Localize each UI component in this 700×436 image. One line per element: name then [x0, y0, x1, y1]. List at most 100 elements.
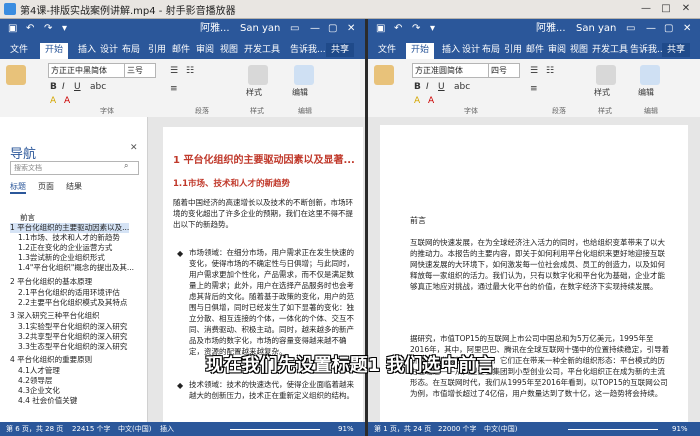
- italic-button[interactable]: I: [426, 81, 429, 93]
- tab-layout[interactable]: 布局: [482, 43, 500, 57]
- min-icon[interactable]: —: [310, 23, 320, 35]
- nav-item[interactable]: 2.2主要平台化组织模式及其特点: [18, 298, 127, 308]
- nav-search-input[interactable]: 搜索文档: [10, 161, 139, 175]
- bullets-icon[interactable]: ☰: [170, 65, 178, 77]
- minimize-button[interactable]: —: [638, 2, 654, 15]
- intro-paragraph[interactable]: 随着中国经济的高速增长以及技术的不断创新，市场环境的变化超出了许多企业的预期，我…: [173, 197, 355, 241]
- nav-tab-results[interactable]: 结果: [66, 181, 82, 192]
- nav-item[interactable]: 3 深入研究三种平台化组织: [10, 311, 100, 321]
- font-size-box[interactable]: 四号: [488, 63, 520, 78]
- window-close-icon[interactable]: ✕: [683, 23, 691, 35]
- tab-file[interactable]: 文件: [10, 43, 28, 57]
- numbering-icon[interactable]: ☷: [186, 65, 194, 77]
- ribbon-display-icon[interactable]: ▭: [626, 23, 635, 35]
- align-icon[interactable]: ≡: [170, 83, 178, 95]
- restore-icon[interactable]: ▢: [664, 23, 673, 35]
- nav-item[interactable]: 1 平台化组织的主要驱动因素以及...: [10, 223, 130, 233]
- undo-icon[interactable]: ↶: [394, 23, 402, 35]
- preface-paragraph-1[interactable]: 互联网的快速发展，在为全球经济注入活力的同时，也给组织变革带来了以大的推动力。本…: [410, 237, 672, 325]
- preface-heading[interactable]: 前言: [410, 215, 426, 226]
- window-close-icon[interactable]: ✕: [347, 23, 355, 35]
- font-color-icon[interactable]: A: [64, 95, 70, 107]
- redo-icon[interactable]: ↷: [412, 23, 420, 35]
- nav-item[interactable]: 3.2共享型平台化组织的深入研究: [18, 332, 127, 342]
- tab-developer[interactable]: 开发工具: [592, 43, 628, 57]
- tell-me[interactable]: 告诉我...: [290, 43, 326, 57]
- nav-item[interactable]: 2 平台化组织的基本原理: [10, 277, 92, 287]
- find-icon[interactable]: [294, 65, 314, 85]
- nav-item[interactable]: 1.3尝试新的企业组织形式: [18, 253, 105, 263]
- tab-file[interactable]: 文件: [378, 43, 396, 57]
- font-size-box[interactable]: 三号: [124, 63, 156, 78]
- font-name-box[interactable]: 方正正中黑简体: [48, 63, 126, 78]
- styles-button[interactable]: 样式: [246, 87, 262, 99]
- customize-icon[interactable]: ▾: [62, 23, 67, 35]
- styles-button[interactable]: 样式: [594, 87, 610, 99]
- bullet-paragraph-2[interactable]: 技术领域：技术的快速迭代，使得企业面临着越来越大的创新压力，技术正在重新定义组织…: [189, 379, 357, 401]
- highlight-icon[interactable]: A: [414, 95, 420, 107]
- tab-view[interactable]: 视图: [220, 43, 238, 57]
- nav-tab-pages[interactable]: 页面: [38, 181, 54, 192]
- tab-home[interactable]: 开始: [40, 43, 69, 59]
- right-page[interactable]: 前言 互联网的快速发展，在为全球经济注入活力的同时，也给组织变革带来了以大的推动…: [380, 125, 688, 422]
- page-status[interactable]: 第 6 页，共 28 页: [6, 422, 63, 436]
- numbering-icon[interactable]: ☷: [546, 65, 554, 77]
- heading-2[interactable]: 1.1市场、技术和人才的新趋势: [173, 177, 290, 189]
- tab-references[interactable]: 引用: [148, 43, 166, 57]
- preface-paragraph-2[interactable]: 据研究，市值TOP15的互联网上市公司中国总和为5万亿美元，1995年至2016…: [410, 333, 672, 421]
- left-page[interactable]: 1 平台化组织的主要驱动因素以及显著... 1.1市场、技术和人才的新趋势 随着…: [163, 127, 363, 422]
- tab-design[interactable]: 设计: [462, 43, 480, 57]
- undo-icon[interactable]: ↶: [26, 23, 34, 35]
- edit-button[interactable]: 编辑: [638, 87, 654, 99]
- nav-item[interactable]: 3.1实验型平台化组织的深入研究: [18, 322, 127, 332]
- bullet-paragraph-1[interactable]: 市场领域：在细分市场，用户需求正在发生快速的变化，使得市场的不确定性与日俱增；与…: [189, 247, 357, 367]
- close-button[interactable]: ✕: [678, 2, 694, 15]
- nav-close-icon[interactable]: ✕: [130, 143, 138, 153]
- find-icon[interactable]: [640, 65, 660, 85]
- styles-icon[interactable]: [596, 65, 616, 85]
- tell-me[interactable]: 告诉我...: [630, 43, 666, 57]
- font-color-icon[interactable]: A: [428, 95, 434, 107]
- tab-review[interactable]: 审阅: [548, 43, 566, 57]
- nav-item[interactable]: 4.2领导层: [18, 376, 52, 386]
- nav-item[interactable]: 4.4 社会价值关键: [18, 396, 77, 406]
- underline-button[interactable]: U: [438, 81, 445, 93]
- save-icon[interactable]: ▣: [8, 23, 17, 35]
- nav-item[interactable]: 1.4"平台化组织"概念的提出及其...: [18, 263, 134, 273]
- save-icon[interactable]: ▣: [376, 23, 385, 35]
- paste-icon[interactable]: [374, 65, 394, 85]
- nav-item[interactable]: 前言: [20, 213, 35, 223]
- highlight-icon[interactable]: A: [50, 95, 56, 107]
- bold-button[interactable]: B: [414, 81, 421, 93]
- tab-mailings[interactable]: 邮件: [172, 43, 190, 57]
- underline-button[interactable]: U: [74, 81, 81, 93]
- tab-mailings[interactable]: 邮件: [526, 43, 544, 57]
- language-status[interactable]: 中文(中国): [118, 422, 151, 436]
- nav-item[interactable]: 1.2正在变化的企业运营方式: [18, 243, 112, 253]
- italic-button[interactable]: I: [62, 81, 65, 93]
- zoom-level[interactable]: 91%: [338, 422, 354, 436]
- nav-tab-headings[interactable]: 标题: [10, 181, 26, 194]
- redo-icon[interactable]: ↷: [44, 23, 52, 35]
- zoom-level[interactable]: 91%: [672, 422, 688, 436]
- edit-button[interactable]: 编辑: [292, 87, 308, 99]
- tab-references[interactable]: 引用: [504, 43, 522, 57]
- tab-insert[interactable]: 插入: [442, 43, 460, 57]
- ribbon-display-icon[interactable]: ▭: [290, 23, 299, 35]
- search-icon[interactable]: ⌕: [124, 161, 128, 171]
- tab-insert[interactable]: 插入: [78, 43, 96, 57]
- share-button[interactable]: 共享: [326, 43, 355, 57]
- tab-layout[interactable]: 布局: [122, 43, 140, 57]
- word-count[interactable]: 22415 个字: [72, 422, 111, 436]
- tab-home[interactable]: 开始: [406, 43, 435, 59]
- maximize-button[interactable]: □: [658, 2, 674, 15]
- bullets-icon[interactable]: ☰: [530, 65, 538, 77]
- customize-icon[interactable]: ▾: [430, 23, 435, 35]
- strikethrough-button[interactable]: abc: [90, 81, 106, 93]
- tab-developer[interactable]: 开发工具: [244, 43, 280, 57]
- font-name-box[interactable]: 方正准圆简体: [412, 63, 490, 78]
- align-icon[interactable]: ≡: [530, 83, 538, 95]
- nav-item[interactable]: 1.1市场、技术和人才的新趋势: [18, 233, 120, 243]
- restore-icon[interactable]: ▢: [328, 23, 337, 35]
- nav-item[interactable]: 2.1平台化组织的适用环境评估: [18, 288, 120, 298]
